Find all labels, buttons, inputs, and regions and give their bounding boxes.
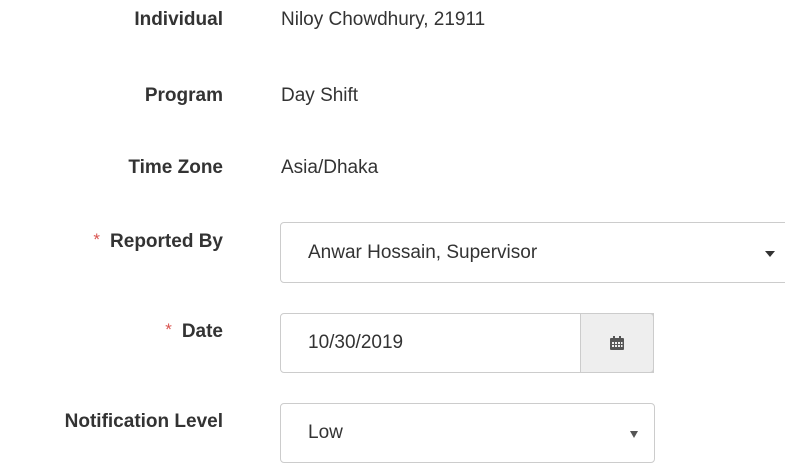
time-zone-value: Asia/Dhaka: [281, 157, 379, 178]
date-input[interactable]: 10/30/2019: [280, 313, 654, 373]
date-picker-button[interactable]: [580, 313, 654, 373]
notification-level-label: Notification Level: [64, 411, 223, 432]
caret-down-icon: [765, 251, 775, 257]
reported-by-label-text: Reported By: [110, 231, 223, 252]
reported-by-selected-value: Anwar Hossain, Supervisor: [308, 241, 538, 263]
caret-down-icon: [630, 431, 638, 438]
program-value: Day Shift: [281, 85, 359, 106]
date-label-text: Date: [181, 321, 223, 342]
required-indicator: *: [93, 230, 101, 249]
date-label: * Date: [165, 320, 223, 343]
individual-value: Niloy Chowdhury, 21911: [281, 9, 486, 30]
date-value: 10/30/2019: [308, 332, 404, 353]
notification-level-select[interactable]: Low: [280, 403, 655, 463]
calendar-icon: [610, 336, 624, 350]
time-zone-label: Time Zone: [128, 157, 223, 178]
notification-level-selected-value: Low: [308, 422, 343, 443]
required-indicator: *: [165, 320, 172, 339]
program-label: Program: [144, 85, 223, 106]
reported-by-select[interactable]: Anwar Hossain, Supervisor: [280, 222, 785, 283]
reported-by-label: * Reported By: [93, 230, 223, 253]
individual-label: Individual: [134, 9, 223, 30]
